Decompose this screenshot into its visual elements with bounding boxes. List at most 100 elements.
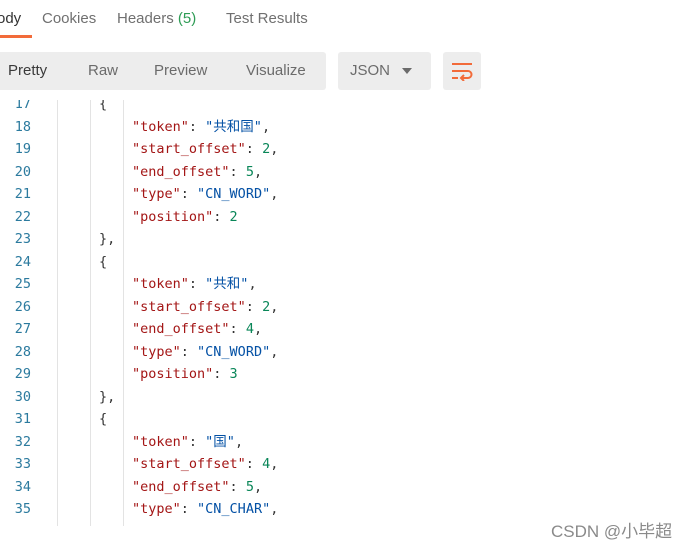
code-text: "start_offset": 2, <box>132 296 278 319</box>
json-string: "CN_CHAR" <box>197 501 271 517</box>
code-line: 22 "position": 2 <box>0 206 697 229</box>
code-text: }, <box>99 386 115 409</box>
view-mode-group: Pretty Raw Preview Visualize <box>0 52 326 90</box>
view-pretty-button[interactable]: Pretty <box>8 52 47 90</box>
json-punctuation: : <box>213 366 230 382</box>
code-text: "token": "共和国", <box>132 116 270 139</box>
line-number: 30 <box>14 388 31 405</box>
tab-headers[interactable]: Headers (5) <box>117 10 196 27</box>
line-number: 34 <box>14 478 31 495</box>
code-line: 26 "start_offset": 2, <box>0 296 697 319</box>
code-line: 34 "end_offset": 5, <box>0 476 697 499</box>
json-punctuation: { <box>99 253 108 270</box>
json-string: "CN_WORD" <box>197 186 271 202</box>
line-number: 29 <box>14 366 31 382</box>
code-text: "position": 3 <box>132 363 238 386</box>
json-key: "end_offset" <box>132 321 230 337</box>
code-line: 23}, <box>0 228 697 251</box>
code-line: 21 "type": "CN_WORD", <box>0 183 697 206</box>
code-text: { <box>99 251 107 274</box>
code-text: "start_offset": 2, <box>132 138 278 161</box>
code-line: 32 "token": "国", <box>0 431 697 454</box>
json-punctuation: : <box>188 118 206 135</box>
code-line: 17 { <box>0 100 697 116</box>
tab-cookies[interactable]: Cookies <box>42 10 96 27</box>
line-number: 31 <box>14 411 31 427</box>
wrap-lines-button[interactable] <box>443 52 481 90</box>
json-punctuation: , <box>270 298 279 315</box>
json-punctuation: { <box>99 100 108 112</box>
line-number: 28 <box>14 343 31 360</box>
code-line: 30}, <box>0 386 697 409</box>
code-text: "end_offset": 4, <box>132 318 262 341</box>
json-number: 4 <box>230 524 238 527</box>
code-text: }, <box>99 228 115 251</box>
code-text: "type": "CN_CHAR", <box>132 498 278 521</box>
line-number: 35 <box>14 501 31 517</box>
json-key: "token" <box>132 276 189 292</box>
json-punctuation: , <box>270 186 279 202</box>
json-punctuation: , <box>253 163 263 180</box>
json-number: 4 <box>245 321 254 337</box>
json-key: "type" <box>132 343 181 360</box>
json-punctuation: : <box>188 276 206 292</box>
json-punctuation: , <box>248 276 257 292</box>
json-punctuation: , <box>270 456 279 472</box>
tab-body[interactable]: ody <box>0 10 21 27</box>
json-punctuation: }, <box>99 388 116 405</box>
response-tabs: ody Cookies Headers (5) Test Results <box>0 0 697 40</box>
code-line: 31 { <box>0 408 697 431</box>
json-key: "token" <box>132 118 189 135</box>
json-punctuation: , <box>234 433 244 450</box>
response-body-editor[interactable]: 17 {18 "token": "共和国", 19 "start_offset": 2,… <box>0 100 697 526</box>
view-raw-button[interactable]: Raw <box>88 52 118 90</box>
json-key: "token" <box>132 433 189 450</box>
json-number: 2 <box>262 298 271 315</box>
line-number: 21 <box>14 186 31 202</box>
json-key: "position" <box>132 208 214 225</box>
tab-headers-label: Headers <box>117 10 174 27</box>
json-key: "end_offset" <box>132 478 230 495</box>
json-punctuation: : <box>229 321 246 337</box>
json-punctuation: { <box>99 411 108 427</box>
line-number: 33 <box>14 456 31 472</box>
json-number: 5 <box>245 163 254 180</box>
line-number: 20 <box>14 163 31 180</box>
json-string: "国" <box>205 433 235 450</box>
code-text: { <box>99 408 107 431</box>
json-string: "共和国" <box>205 118 262 135</box>
json-key: "position" <box>132 366 214 382</box>
view-visualize-button[interactable]: Visualize <box>246 52 306 90</box>
code-text: "token": "共和", <box>132 273 257 296</box>
line-number: 27 <box>14 321 31 337</box>
line-number: 22 <box>14 208 31 225</box>
code-line: 27 "end_offset": 4, <box>0 318 697 341</box>
json-punctuation: : <box>180 501 198 517</box>
line-number: 36 <box>0 521 31 527</box>
watermark: CSDN @小毕超 <box>551 522 673 541</box>
code-line: 25 "token": "共和", <box>0 273 697 296</box>
json-key: "position" <box>132 524 213 527</box>
tab-test-results[interactable]: Test Results <box>226 10 308 27</box>
line-number: 24 <box>14 253 31 270</box>
json-punctuation: : <box>180 343 198 360</box>
view-preview-button[interactable]: Preview <box>154 52 207 90</box>
code-text: "end_offset": 5, <box>132 476 262 499</box>
format-select-value: JSON <box>350 62 391 79</box>
line-number: 26 <box>14 298 31 315</box>
chevron-down-icon <box>402 68 412 74</box>
json-string: "共和" <box>205 276 249 292</box>
json-punctuation: : <box>229 478 246 495</box>
json-key: "start_offset" <box>132 141 246 157</box>
code-line: 28 "type": "CN_WORD", <box>0 341 697 364</box>
format-select[interactable]: JSON <box>338 52 431 90</box>
code-line: 19 "start_offset": 2, <box>0 138 697 161</box>
json-string: "CN_WORD" <box>197 343 271 360</box>
code-text: { <box>99 100 107 116</box>
json-punctuation: , <box>261 118 271 135</box>
code-line: 20 "end_offset": 5, <box>0 161 697 184</box>
json-punctuation: : <box>213 524 229 527</box>
code-text: "type": "CN_WORD", <box>132 341 278 364</box>
json-punctuation: , <box>270 501 279 517</box>
json-punctuation: , <box>253 321 263 337</box>
